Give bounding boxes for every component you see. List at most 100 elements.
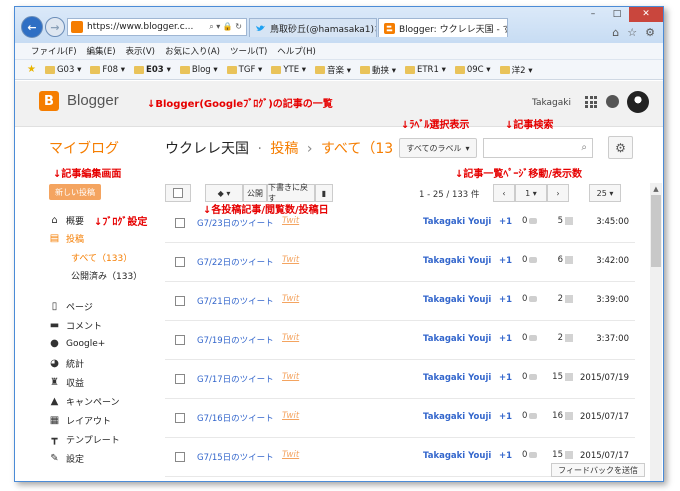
my-blog-link[interactable]: マイブログ: [49, 138, 119, 158]
vertical-scrollbar[interactable]: ▲: [650, 183, 662, 481]
publish-button[interactable]: 公開: [243, 184, 267, 202]
favorite-folder[interactable]: E03 ▾: [134, 65, 171, 75]
favorite-folder[interactable]: TGF ▾: [226, 65, 262, 75]
favorite-folder[interactable]: ETR1 ▾: [404, 65, 446, 75]
favorite-folder[interactable]: 09C ▾: [454, 65, 491, 75]
post-label[interactable]: Twit: [282, 411, 299, 421]
post-title[interactable]: G7/15日のツイート: [197, 451, 274, 463]
home-browser-icon[interactable]: ⌂: [612, 26, 619, 39]
search-refresh-icon[interactable]: ⌕ ▾ 🔒 ↻: [209, 22, 242, 32]
post-label[interactable]: Twit: [282, 333, 299, 343]
favorite-folder[interactable]: Blog ▾: [179, 65, 218, 75]
post-author[interactable]: Takagaki Youji: [423, 451, 491, 461]
settings-gear-button[interactable]: ⚙: [608, 136, 633, 159]
post-title[interactable]: G7/22日のツイート: [197, 256, 274, 268]
favorite-folder[interactable]: G03 ▾: [44, 65, 81, 75]
tools-gear-icon[interactable]: ⚙: [645, 26, 655, 39]
sidebar-item-settings[interactable]: ✎ 設定: [49, 452, 84, 465]
page-select[interactable]: 1 ▾: [515, 184, 547, 202]
plus-one[interactable]: +1: [499, 451, 512, 461]
row-checkbox[interactable]: [175, 296, 185, 306]
menu-file[interactable]: ファイル(F): [31, 45, 77, 57]
sidebar-item-comments[interactable]: ▬ コメント: [49, 319, 102, 332]
post-author[interactable]: Takagaki Youji: [423, 412, 491, 422]
sidebar-item-stats[interactable]: ◕ 統計: [49, 357, 84, 370]
plus-one[interactable]: +1: [499, 412, 512, 422]
menu-edit[interactable]: 編集(E): [87, 45, 116, 57]
scroll-thumb[interactable]: [651, 195, 661, 267]
post-title[interactable]: G7/16日のツイート: [197, 412, 274, 424]
table-row[interactable]: G7/19日のツイート Twit Takagaki Youji +1 0 2 3…: [165, 322, 635, 360]
table-row[interactable]: G7/23日のツイート Twit Takagaki Youji +1 0 5 3…: [165, 205, 635, 243]
sidebar-item-posts[interactable]: ▤ 投稿: [49, 232, 84, 245]
page-size-select[interactable]: 25 ▾: [589, 184, 621, 202]
favorites-add-icon[interactable]: ★: [27, 64, 36, 75]
menu-help[interactable]: ヘルプ(H): [277, 45, 316, 57]
notifications-icon[interactable]: [606, 95, 619, 108]
table-row[interactable]: G7/21日のツイート Twit Takagaki Youji +1 0 2 3…: [165, 283, 635, 321]
sidebar-sub-all[interactable]: すべて（133）: [71, 251, 132, 264]
plus-one[interactable]: +1: [499, 373, 512, 383]
row-checkbox[interactable]: [175, 374, 185, 384]
post-search-input[interactable]: ⌕: [483, 138, 593, 158]
sidebar-item-campaigns[interactable]: ▲ キャンペーン: [49, 395, 120, 408]
sidebar-sub-published[interactable]: 公開済み（133）: [71, 269, 142, 282]
label-filter-dropdown[interactable]: すべてのラベル ▾: [399, 138, 477, 158]
scroll-up-icon[interactable]: ▲: [650, 183, 662, 194]
menu-tools[interactable]: ツール(T): [230, 45, 267, 57]
post-title[interactable]: G7/23日のツイート: [197, 217, 274, 229]
post-title[interactable]: G7/19日のツイート: [197, 334, 274, 346]
blogger-logo-icon[interactable]: B: [39, 91, 59, 111]
row-checkbox[interactable]: [175, 413, 185, 423]
minimize-button[interactable]: –: [581, 7, 605, 22]
prev-page-button[interactable]: ‹: [493, 184, 515, 202]
sidebar-item-earnings[interactable]: ♜ 収益: [49, 376, 84, 389]
plus-one[interactable]: +1: [499, 295, 512, 305]
post-author[interactable]: Takagaki Youji: [423, 373, 491, 383]
post-label[interactable]: Twit: [282, 372, 299, 382]
next-page-button[interactable]: ›: [547, 184, 569, 202]
menu-view[interactable]: 表示(V): [126, 45, 155, 57]
post-title[interactable]: G7/21日のツイート: [197, 295, 274, 307]
row-checkbox[interactable]: [175, 452, 185, 462]
post-label[interactable]: Twit: [282, 450, 299, 460]
delete-button[interactable]: ▮: [315, 184, 333, 202]
row-checkbox[interactable]: [175, 257, 185, 267]
post-label[interactable]: Twit: [282, 216, 299, 226]
blog-title[interactable]: ウクレレ天国: [165, 141, 249, 157]
username[interactable]: Takagaki: [532, 98, 571, 108]
address-bar[interactable]: https://www.blogger.c... ⌕ ▾ 🔒 ↻: [67, 18, 247, 36]
maximize-button[interactable]: □: [605, 7, 629, 22]
post-author[interactable]: Takagaki Youji: [423, 334, 491, 344]
back-button[interactable]: ←: [21, 16, 43, 38]
forward-button[interactable]: →: [45, 17, 65, 37]
revert-draft-button[interactable]: 下書きに戻す: [267, 183, 315, 203]
post-author[interactable]: Takagaki Youji: [423, 256, 491, 266]
label-button[interactable]: ◆ ▾: [205, 184, 243, 202]
sidebar-item-google-plus[interactable]: ● Google+: [49, 338, 105, 349]
favorites-star-icon[interactable]: ☆: [627, 26, 637, 39]
avatar[interactable]: [627, 91, 649, 113]
tab-twitter[interactable]: 鳥取砂丘(@hamasaka1)さん ...: [249, 18, 377, 37]
table-row[interactable]: G7/17日のツイート Twit Takagaki Youji +1 0 15 …: [165, 361, 635, 399]
feedback-button[interactable]: フィードバックを送信: [551, 463, 645, 477]
post-author[interactable]: Takagaki Youji: [423, 217, 491, 227]
post-author[interactable]: Takagaki Youji: [423, 295, 491, 305]
table-row[interactable]: G7/16日のツイート Twit Takagaki Youji +1 0 16 …: [165, 400, 635, 438]
sidebar-item-template[interactable]: ┳ テンプレート: [49, 433, 119, 446]
breadcrumb-all[interactable]: すべて（13: [321, 141, 393, 157]
breadcrumb-posts[interactable]: 投稿: [270, 141, 298, 157]
plus-one[interactable]: +1: [499, 334, 512, 344]
close-button[interactable]: ✕: [629, 7, 663, 22]
post-label[interactable]: Twit: [282, 255, 299, 265]
sidebar-item-overview[interactable]: ⌂ 概要 ↓ﾌﾞﾛｸﾞ設定: [49, 213, 147, 228]
sidebar-item-layout[interactable]: ▦ レイアウト: [49, 414, 111, 427]
favorite-folder[interactable]: YTE ▾: [271, 65, 306, 75]
favorite-folder[interactable]: 音楽 ▾: [315, 64, 351, 76]
post-label[interactable]: Twit: [282, 294, 299, 304]
menu-favorites[interactable]: お気に入り(A): [165, 45, 220, 57]
row-checkbox[interactable]: [175, 218, 185, 228]
plus-one[interactable]: +1: [499, 217, 512, 227]
favorite-folder[interactable]: 洋2 ▾: [499, 64, 532, 76]
app-name[interactable]: Blogger: [67, 92, 119, 109]
